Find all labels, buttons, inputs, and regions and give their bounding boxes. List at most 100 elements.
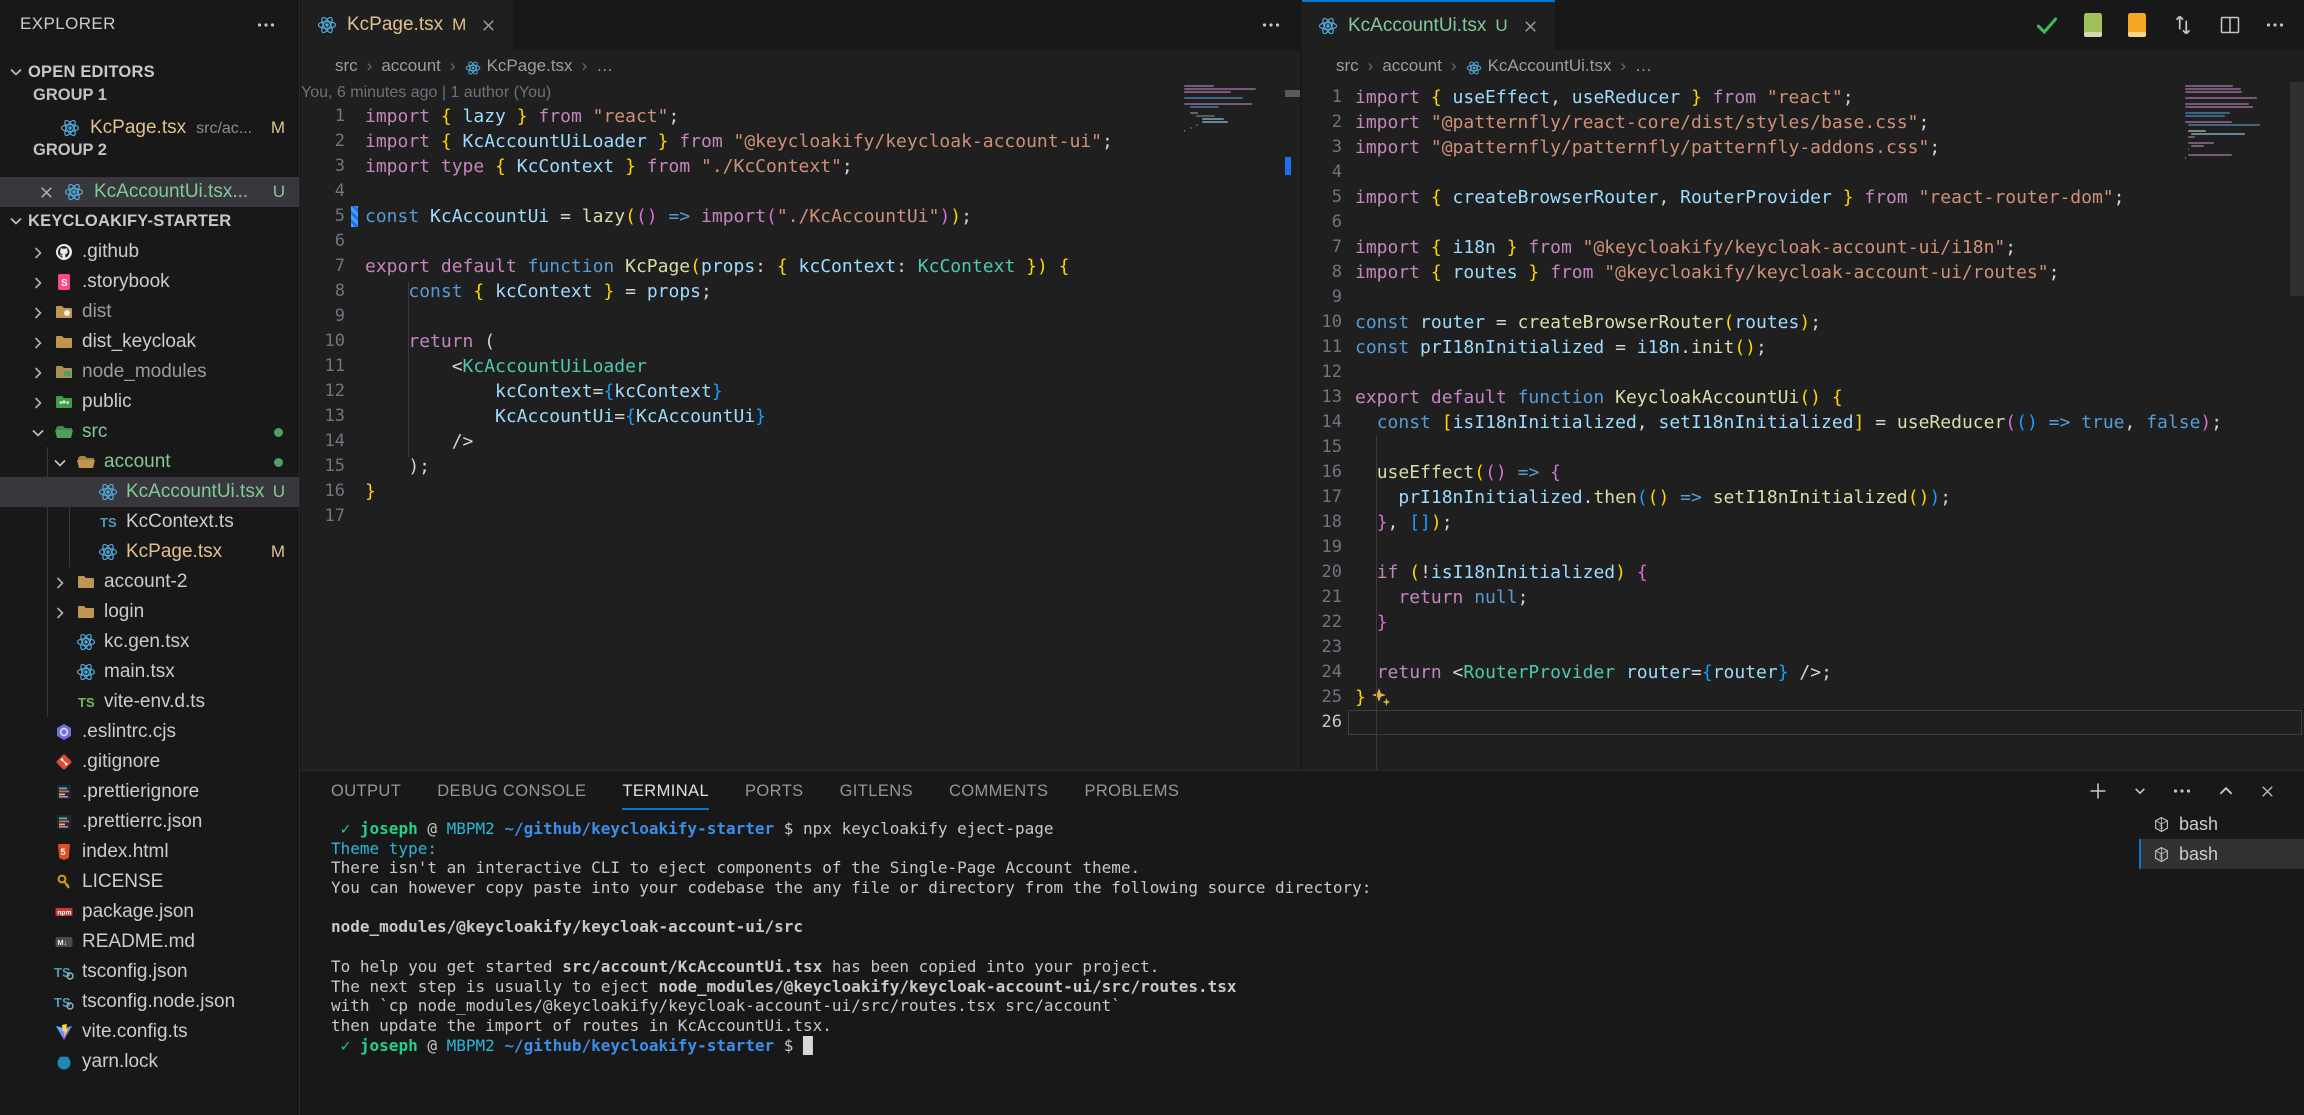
tree-item-readme-md[interactable]: M↓README.md <box>0 927 299 957</box>
breadcrumb-segment[interactable]: KcAccountUi.tsx <box>1488 56 1612 76</box>
code-line[interactable]: 1import { useEffect, useReducer } from "… <box>1302 85 2304 110</box>
code-line[interactable]: 7export default function KcPage(props: {… <box>301 254 1300 279</box>
panel-tab-gitlens[interactable]: GITLENS <box>840 773 913 810</box>
copilot-sparkle-icon[interactable] <box>1370 687 1392 710</box>
code-line[interactable]: 15 ); <box>301 454 1300 479</box>
panel-tab-problems[interactable]: PROBLEMS <box>1084 773 1179 810</box>
code-line[interactable]: 15 <box>1302 435 2304 460</box>
compare-changes-icon[interactable] <box>2170 12 2196 38</box>
maximize-panel-icon[interactable] <box>2217 782 2235 800</box>
code-line[interactable]: 11 <KcAccountUiLoader <box>301 354 1300 379</box>
tree-item-package-json[interactable]: npmpackage.json <box>0 897 299 927</box>
tab-kcpage[interactable]: KcPage.tsx M <box>301 0 513 50</box>
code-line[interactable]: 9 <box>1302 285 2304 310</box>
more-actions-icon[interactable] <box>1260 14 1282 36</box>
code-line[interactable]: 14 const [isI18nInitialized, setI18nInit… <box>1302 410 2304 435</box>
code-line[interactable]: 9 <box>301 304 1300 329</box>
breadcrumb-segment[interactable]: … <box>596 56 613 76</box>
breadcrumb-segment[interactable]: account <box>381 56 441 76</box>
code-line[interactable]: 6 <box>301 229 1300 254</box>
more-actions-icon[interactable] <box>2264 14 2286 36</box>
terminal-instance-bash[interactable]: $bash <box>2139 839 2304 869</box>
scrollbar-thumb[interactable] <box>2290 82 2304 296</box>
overview-ruler[interactable] <box>1285 82 1300 770</box>
code-line[interactable]: 25} <box>1302 685 2304 710</box>
panel-tab-ports[interactable]: PORTS <box>745 773 804 810</box>
breadcrumb-segment[interactable]: src <box>335 56 358 76</box>
code-line[interactable]: 4 <box>301 179 1300 204</box>
tree-item-vite-config-ts[interactable]: vite.config.ts <box>0 1017 299 1047</box>
code-line[interactable]: 1import { lazy } from "react"; <box>301 104 1300 129</box>
code-line[interactable]: 8import { routes } from "@keycloakify/ke… <box>1302 260 2304 285</box>
code-line[interactable]: 16 useEffect(() => { <box>1302 460 2304 485</box>
minimap[interactable] <box>1184 85 1261 136</box>
close-icon[interactable] <box>480 17 497 34</box>
code-line[interactable]: 3import type { KcContext } from "./KcCon… <box>301 154 1300 179</box>
code-line[interactable]: 21 return null; <box>1302 585 2304 610</box>
editor-content-1[interactable]: You, 6 minutes ago | 1 author (You) 1imp… <box>301 82 1300 770</box>
minimap[interactable] <box>2185 85 2262 163</box>
close-icon[interactable] <box>38 184 55 201</box>
tree-item-public[interactable]: public <box>0 387 299 417</box>
tree-item-dist-keycloak[interactable]: dist_keycloak <box>0 327 299 357</box>
terminal-output[interactable]: ✓ joseph @ MBPM2 ~/github/keycloakify-st… <box>331 819 2121 1055</box>
terminal-instance-bash[interactable]: $bash <box>2139 809 2304 839</box>
orange-book-icon[interactable] <box>2126 12 2148 38</box>
breadcrumb-segment[interactable]: src <box>1336 56 1359 76</box>
explorer-more-actions-icon[interactable] <box>255 14 277 36</box>
code-line[interactable]: 10const router = createBrowserRouter(rou… <box>1302 310 2304 335</box>
breadcrumb-segment[interactable]: KcPage.tsx <box>487 56 573 76</box>
tree-item-login[interactable]: login <box>0 597 299 627</box>
tree-item--github[interactable]: .github <box>0 237 299 267</box>
code-line[interactable]: 6 <box>1302 210 2304 235</box>
breadcrumb-segment[interactable]: account <box>1382 56 1442 76</box>
code-line[interactable]: 3import "@patternfly/patternfly/patternf… <box>1302 135 2304 160</box>
code-line[interactable]: 12 kcContext={kcContext} <box>301 379 1300 404</box>
terminal-dropdown-icon[interactable] <box>2133 784 2147 798</box>
tree-item--eslintrc-cjs[interactable]: .eslintrc.cjs <box>0 717 299 747</box>
tree-item-index-html[interactable]: 5index.html <box>0 837 299 867</box>
tree-item-src[interactable]: src <box>0 417 299 447</box>
code-line[interactable]: 13 KcAccountUi={KcAccountUi} <box>301 404 1300 429</box>
code-line[interactable]: 24 return <RouterProvider router={router… <box>1302 660 2304 685</box>
open-editor-item-kcpage-tsx[interactable]: KcPage.tsxsrc/ac...M <box>0 113 299 143</box>
tree-item--gitignore[interactable]: .gitignore <box>0 747 299 777</box>
breadcrumb-segment[interactable]: … <box>1635 56 1652 76</box>
tree-item-dist[interactable]: dist <box>0 297 299 327</box>
tree-item--storybook[interactable]: S.storybook <box>0 267 299 297</box>
code-line[interactable]: 2import { KcAccountUiLoader } from "@key… <box>301 129 1300 154</box>
code-line[interactable]: 10 return ( <box>301 329 1300 354</box>
code-line[interactable]: 8 const { kcContext } = props; <box>301 279 1300 304</box>
panel-tab-comments[interactable]: COMMENTS <box>949 773 1048 810</box>
tree-item-yarn-lock[interactable]: yarn.lock <box>0 1047 299 1077</box>
code-line[interactable]: 18 }, []); <box>1302 510 2304 535</box>
scrollbar-thumb[interactable] <box>1285 90 1300 97</box>
tree-item--prettierignore[interactable]: .prettierignore <box>0 777 299 807</box>
code-line[interactable]: 19 <box>1302 535 2304 560</box>
code-line[interactable]: 7import { i18n } from "@keycloakify/keyc… <box>1302 235 2304 260</box>
code-line[interactable]: 17 prI18nInitialized.then(() => setI18nI… <box>1302 485 2304 510</box>
editor-content-2[interactable]: 1import { useEffect, useReducer } from "… <box>1302 82 2304 770</box>
code-line[interactable]: 5const KcAccountUi = lazy(() => import("… <box>301 204 1300 229</box>
tree-item-account-2[interactable]: account-2 <box>0 567 299 597</box>
tree-item--prettierrc-json[interactable]: .prettierrc.json <box>0 807 299 837</box>
tree-item-tsconfig-node-json[interactable]: TStsconfig.node.json <box>0 987 299 1017</box>
code-line[interactable]: 14 /> <box>301 429 1300 454</box>
tree-item-kc-gen-tsx[interactable]: kc.gen.tsx <box>0 627 299 657</box>
tree-item-kcpage-tsx[interactable]: KcPage.tsxM <box>0 537 299 567</box>
tree-item-vite-env-d-ts[interactable]: TSvite-env.d.ts <box>0 687 299 717</box>
code-line[interactable]: 16} <box>301 479 1300 504</box>
code-line[interactable]: 23 <box>1302 635 2304 660</box>
tree-item-node-modules[interactable]: node_modules <box>0 357 299 387</box>
code-line[interactable]: 4 <box>1302 160 2304 185</box>
panel-tab-output[interactable]: OUTPUT <box>331 773 401 810</box>
panel-tab-terminal[interactable]: TERMINAL <box>622 773 709 810</box>
code-line[interactable]: 12 <box>1302 360 2304 385</box>
code-line[interactable]: 5import { createBrowserRouter, RouterPro… <box>1302 185 2304 210</box>
tree-item-account[interactable]: account <box>0 447 299 477</box>
close-icon[interactable] <box>1522 18 1539 35</box>
workspace-header[interactable]: KEYCLOAKIFY-STARTER <box>0 207 299 235</box>
tree-item-tsconfig-json[interactable]: TStsconfig.json <box>0 957 299 987</box>
tree-item-license[interactable]: LICENSE <box>0 867 299 897</box>
panel-tab-debug-console[interactable]: DEBUG CONSOLE <box>437 773 586 810</box>
